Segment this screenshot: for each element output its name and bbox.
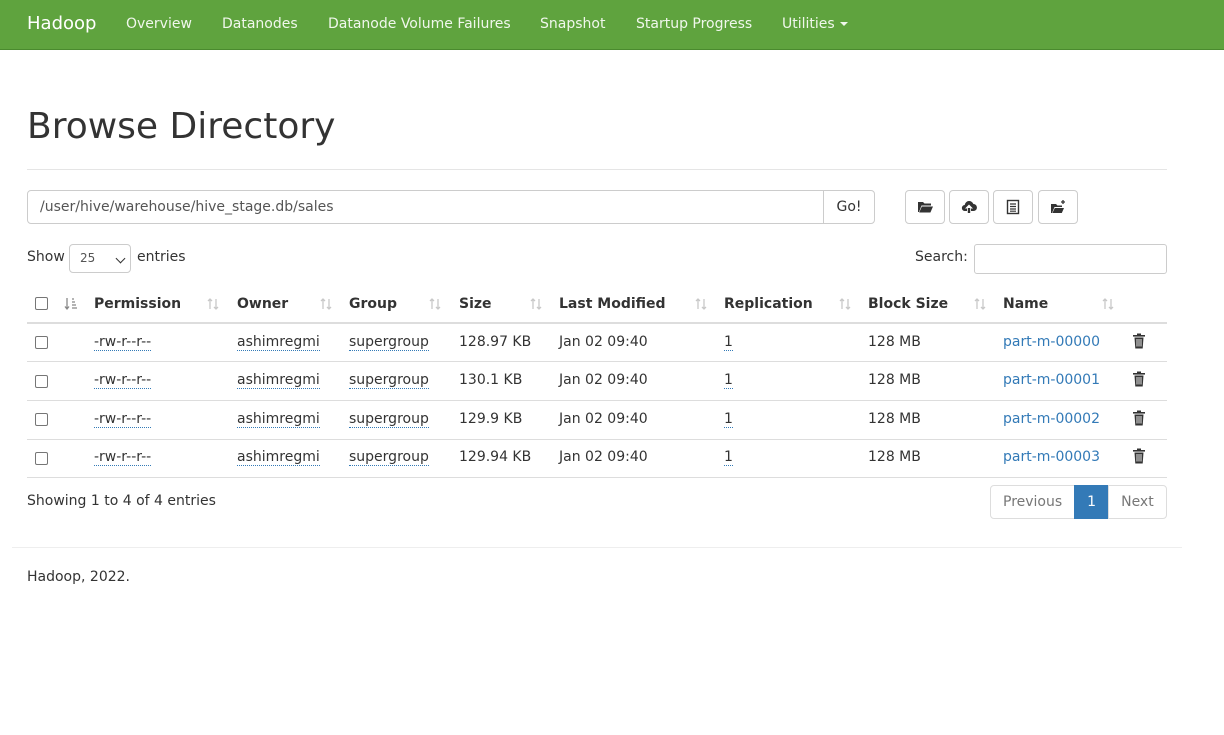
sort-icon[interactable] <box>206 296 220 312</box>
size-cell: 129.9 KB <box>459 411 523 427</box>
brand-link[interactable]: Hadoop <box>27 13 96 34</box>
modified-cell: Jan 02 09:40 <box>559 411 648 427</box>
sort-icon[interactable] <box>428 296 442 312</box>
owner-cell[interactable]: ashimregmi <box>237 449 320 466</box>
sort-icon[interactable] <box>973 296 987 312</box>
nav-utilities-dropdown[interactable]: Utilities <box>782 16 848 32</box>
browse-folder-button[interactable] <box>905 190 945 224</box>
nav-startup-progress[interactable]: Startup Progress <box>636 16 752 32</box>
block-size-cell: 128 MB <box>868 334 921 350</box>
group-cell[interactable]: supergroup <box>349 334 429 351</box>
select-all-checkbox[interactable] <box>35 297 48 310</box>
row-checkbox[interactable] <box>35 375 48 388</box>
chevron-down-icon <box>115 253 126 264</box>
table-header-divider <box>27 322 1167 324</box>
owner-cell[interactable]: ashimregmi <box>237 372 320 389</box>
replication-cell[interactable]: 1 <box>724 449 733 466</box>
go-button[interactable]: Go! <box>823 190 875 224</box>
permission-cell[interactable]: -rw-r--r-- <box>94 449 152 466</box>
permission-cell[interactable]: -rw-r--r-- <box>94 372 152 389</box>
trash-icon[interactable] <box>1132 333 1146 349</box>
search-input[interactable] <box>974 244 1167 274</box>
block-size-cell: 128 MB <box>868 449 921 465</box>
row-divider <box>27 361 1167 362</box>
size-cell: 130.1 KB <box>459 372 523 388</box>
row-checkbox[interactable] <box>35 413 48 426</box>
upload-button[interactable] <box>949 190 989 224</box>
entries-selected-value: 25 <box>80 251 96 265</box>
group-cell[interactable]: supergroup <box>349 449 429 466</box>
modified-cell: Jan 02 09:40 <box>559 449 648 465</box>
column-header-replication[interactable]: Replication <box>724 296 813 312</box>
row-checkbox[interactable] <box>35 336 48 349</box>
column-header-group[interactable]: Group <box>349 296 397 312</box>
replication-cell[interactable]: 1 <box>724 411 733 428</box>
pagination: Previous 1 Next <box>990 485 1167 519</box>
column-header-permission[interactable]: Permission <box>94 296 181 312</box>
nav-utilities-label: Utilities <box>782 16 835 32</box>
entries-per-page-select[interactable]: 25 <box>69 244 131 273</box>
sort-icon[interactable] <box>838 296 852 312</box>
table-info: Showing 1 to 4 of 4 entries <box>27 493 216 509</box>
title-divider <box>27 169 1167 170</box>
nav-snapshot[interactable]: Snapshot <box>540 16 605 32</box>
create-folder-icon <box>1051 200 1065 213</box>
size-cell: 128.97 KB <box>459 334 532 350</box>
column-header-owner[interactable]: Owner <box>237 296 288 312</box>
upload-cloud-icon <box>961 201 977 213</box>
folder-open-icon <box>918 202 933 213</box>
page-1-button[interactable]: 1 <box>1074 485 1110 519</box>
nav-overview[interactable]: Overview <box>126 16 192 32</box>
block-size-cell: 128 MB <box>868 372 921 388</box>
sort-icon[interactable] <box>529 296 543 312</box>
size-cell: 129.94 KB <box>459 449 532 465</box>
modified-cell: Jan 02 09:40 <box>559 334 648 350</box>
nav-datanodes[interactable]: Datanodes <box>222 16 298 32</box>
file-name-link[interactable]: part-m-00002 <box>1003 411 1100 427</box>
group-cell[interactable]: supergroup <box>349 411 429 428</box>
sort-icon[interactable] <box>694 296 708 312</box>
group-cell[interactable]: supergroup <box>349 372 429 389</box>
sort-icon[interactable] <box>319 296 333 312</box>
column-header-last-modified[interactable]: Last Modified <box>559 296 666 312</box>
trash-icon[interactable] <box>1132 371 1146 387</box>
owner-cell[interactable]: ashimregmi <box>237 334 320 351</box>
row-divider <box>27 477 1167 478</box>
cut-paste-button[interactable] <box>993 190 1033 224</box>
trash-icon[interactable] <box>1132 448 1146 464</box>
page-title: Browse Directory <box>27 106 336 147</box>
owner-cell[interactable]: ashimregmi <box>237 411 320 428</box>
show-label: Show <box>27 249 65 265</box>
file-name-link[interactable]: part-m-00001 <box>1003 372 1100 388</box>
search-label: Search: <box>915 249 968 265</box>
sort-icon[interactable] <box>1101 296 1115 312</box>
next-page-button[interactable]: Next <box>1108 485 1167 519</box>
navbar: Hadoop Overview Datanodes Datanode Volum… <box>0 0 1224 50</box>
replication-cell[interactable]: 1 <box>724 334 733 351</box>
trash-icon[interactable] <box>1132 410 1146 426</box>
row-checkbox[interactable] <box>35 452 48 465</box>
block-size-cell: 128 MB <box>868 411 921 427</box>
column-header-name[interactable]: Name <box>1003 296 1048 312</box>
permission-cell[interactable]: -rw-r--r-- <box>94 334 152 351</box>
footer-copyright: Hadoop, 2022. <box>27 569 130 585</box>
caret-down-icon <box>839 22 848 26</box>
list-icon <box>1006 199 1020 215</box>
replication-cell[interactable]: 1 <box>724 372 733 389</box>
directory-path-input[interactable] <box>27 190 824 224</box>
column-header-block-size[interactable]: Block Size <box>868 296 948 312</box>
nav-datanode-volume-failures[interactable]: Datanode Volume Failures <box>328 16 511 32</box>
modified-cell: Jan 02 09:40 <box>559 372 648 388</box>
row-divider <box>27 400 1167 401</box>
create-directory-button[interactable] <box>1038 190 1078 224</box>
permission-cell[interactable]: -rw-r--r-- <box>94 411 152 428</box>
column-header-size[interactable]: Size <box>459 296 492 312</box>
sort-ascending-icon[interactable] <box>64 296 78 312</box>
footer-divider <box>12 547 1182 548</box>
file-name-link[interactable]: part-m-00003 <box>1003 449 1100 465</box>
row-divider <box>27 439 1167 440</box>
file-name-link[interactable]: part-m-00000 <box>1003 334 1100 350</box>
entries-label: entries <box>137 249 186 265</box>
previous-page-button[interactable]: Previous <box>990 485 1076 519</box>
